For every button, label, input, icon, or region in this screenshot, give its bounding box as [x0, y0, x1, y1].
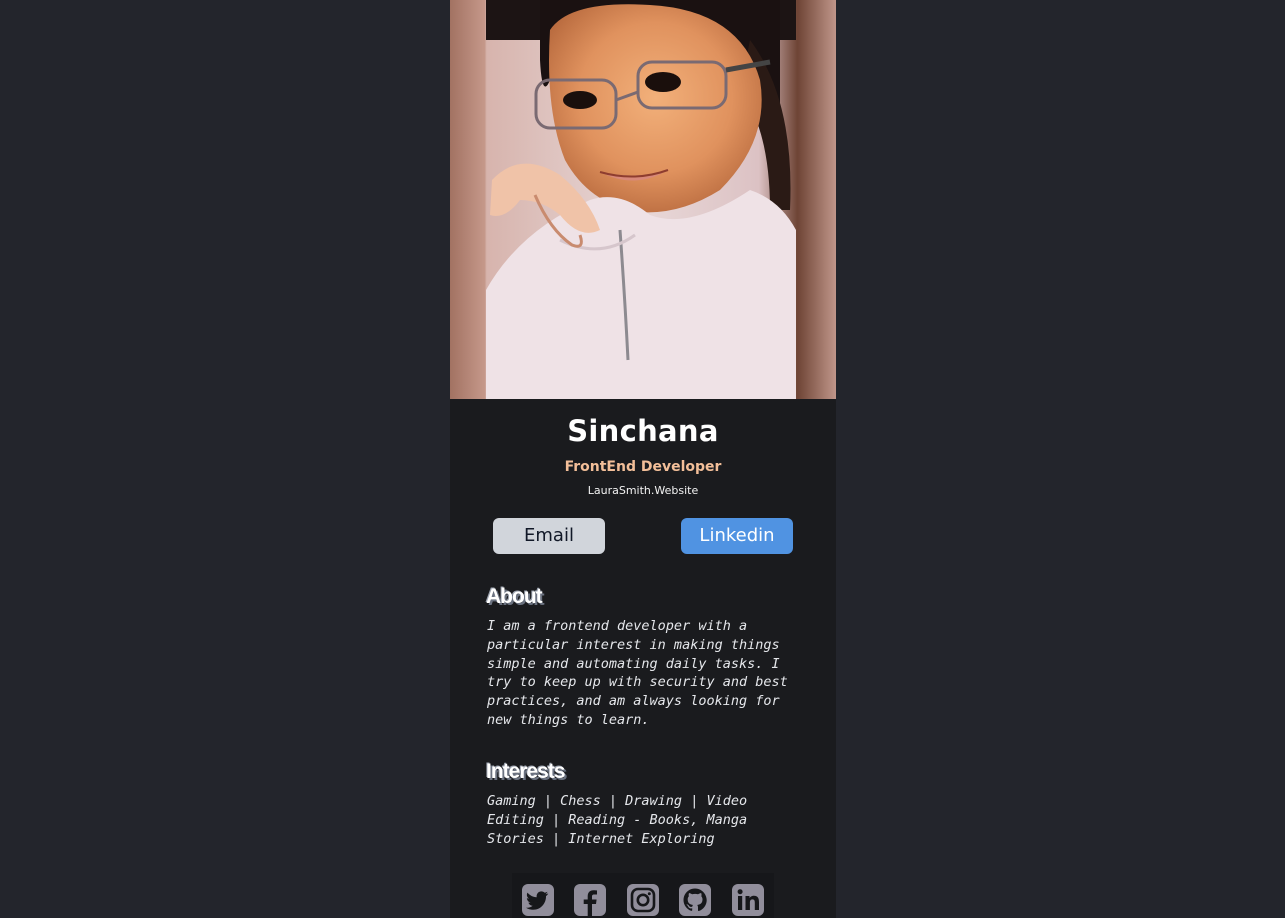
email-button[interactable]: Email: [493, 518, 605, 554]
linkedin-button[interactable]: Linkedin: [681, 518, 793, 554]
interests-text: Gaming | Chess | Drawing | Video Editing…: [487, 793, 748, 847]
instagram-icon[interactable]: [626, 883, 660, 917]
facebook-icon[interactable]: [573, 883, 607, 917]
profile-card: Sinchana FrontEnd Developer LauraSmith.W…: [450, 0, 836, 918]
profile-website-link[interactable]: LauraSmith.Website: [450, 484, 836, 497]
linkedin-icon[interactable]: [731, 883, 765, 917]
profile-role: FrontEnd Developer: [564, 459, 722, 475]
profile-photo: [450, 0, 836, 399]
interests-heading: Interests: [486, 760, 566, 783]
about-text: I am a frontend developer with a particu…: [487, 618, 788, 728]
twitter-icon[interactable]: [521, 883, 555, 917]
github-icon[interactable]: [678, 883, 712, 917]
profile-name: Sinchana: [567, 414, 719, 448]
social-links-footer: [512, 873, 774, 918]
about-heading: About: [486, 585, 543, 608]
